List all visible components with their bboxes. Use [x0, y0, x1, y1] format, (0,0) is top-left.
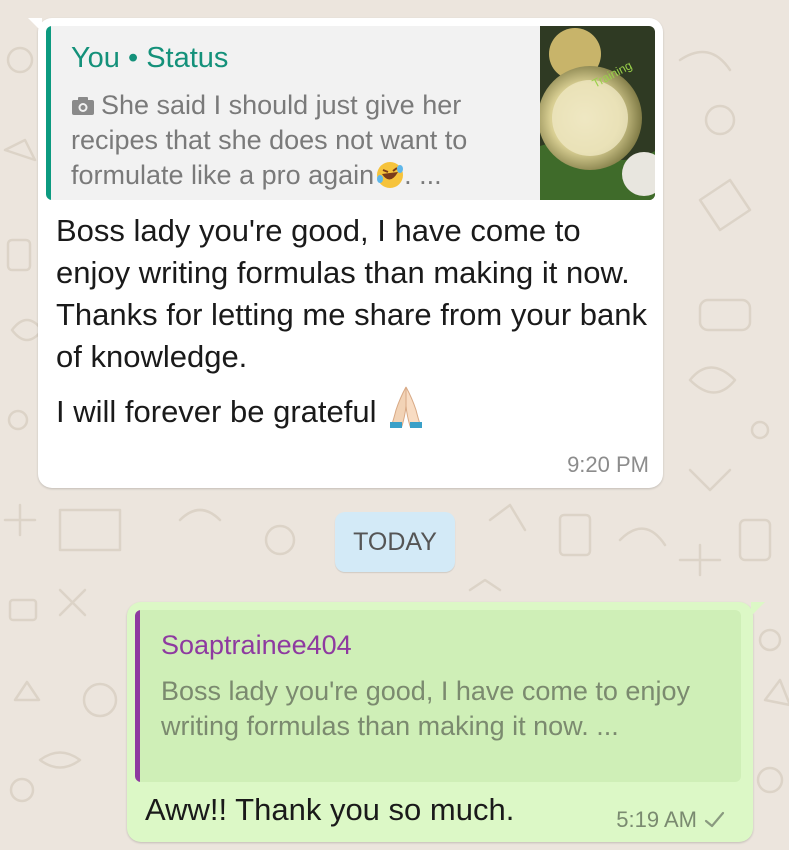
quote-author: You • Status [71, 42, 229, 74]
quote-author: Soaptrainee404 [161, 630, 352, 660]
bubble-tail [28, 18, 42, 32]
status-thumbnail[interactable]: Training [540, 26, 655, 200]
bubble-tail [751, 602, 765, 616]
message-line-3: I will forever be grateful [56, 384, 656, 433]
date-divider: TODAY [335, 512, 455, 572]
message-text: Boss lady you're good, I have come to en… [56, 210, 656, 433]
single-check-icon [704, 811, 725, 828]
quoted-status-reply[interactable]: You • Status She said I should just give… [46, 26, 655, 200]
camera-icon [72, 97, 94, 115]
message-text: Aww!! Thank you so much. [145, 792, 515, 827]
quoted-message-reply[interactable]: Soaptrainee404 Boss lady you're good, I … [135, 610, 741, 782]
quote-text: She said I should just give her recipes … [71, 88, 511, 193]
quote-accent-bar [46, 26, 51, 200]
folded-hands-emoji [390, 386, 423, 428]
quote-accent-bar [135, 610, 140, 782]
outgoing-message[interactable]: Soaptrainee404 Boss lady you're good, I … [127, 602, 765, 842]
message-time: 9:20 PM [567, 452, 649, 477]
message-time-status: 5:19 AM [616, 807, 725, 833]
quote-text: Boss lady you're good, I have come to en… [161, 676, 690, 741]
message-line-1: Boss lady you're good, I have come to en… [56, 213, 630, 290]
quote-ellipsis: . ... [404, 160, 442, 190]
message-line-3-text: I will forever be grateful [56, 394, 377, 429]
message-line-2: Thanks for letting me share from your ba… [56, 297, 647, 374]
incoming-message[interactable]: You • Status She said I should just give… [28, 18, 663, 488]
message-time: 5:19 AM [616, 807, 697, 832]
rolling-laughing-emoji [377, 162, 404, 188]
